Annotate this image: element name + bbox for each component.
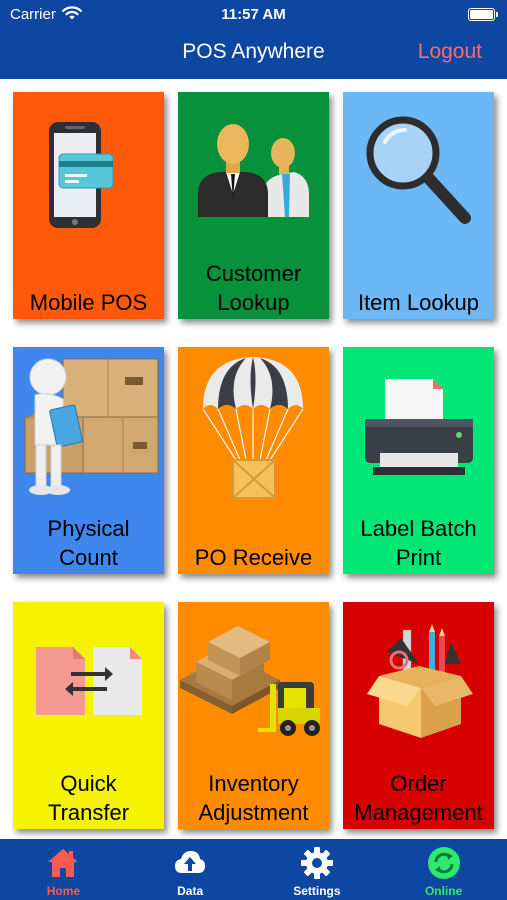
clock: 11:57 AM <box>221 6 286 23</box>
tile-inventory-adjustment[interactable]: Inventory Adjustment <box>178 602 329 829</box>
tab-settings[interactable]: Settings <box>254 839 381 900</box>
status-bar: Carrier 11:57 AM <box>0 0 507 28</box>
tile-order-management[interactable]: Order Management <box>343 602 494 829</box>
gear-icon <box>300 847 333 879</box>
tile-mobile-pos[interactable]: Mobile POS <box>13 92 164 319</box>
tile-label: Physical Count <box>47 516 130 570</box>
tile-item-lookup[interactable]: Item Lookup <box>343 92 494 319</box>
tile-label: Label Batch Print <box>360 516 477 570</box>
tile-label: Order Management <box>354 771 483 825</box>
tab-data[interactable]: Data <box>127 839 254 900</box>
file-transfer-icon <box>36 647 142 715</box>
tab-label: Data <box>177 884 204 898</box>
parachute-crate-icon <box>202 357 304 499</box>
tile-label: PO Receive <box>194 545 313 570</box>
printer-icon <box>365 379 473 475</box>
mobile-payment-icon <box>49 122 114 228</box>
cloud-upload-icon <box>175 851 206 873</box>
tile-label: Item Lookup <box>357 290 480 315</box>
home-icon <box>48 849 79 877</box>
logout-button[interactable]: Logout <box>418 40 482 64</box>
tile-po-receive[interactable]: PO Receive <box>178 347 329 574</box>
tile-physical-count[interactable]: Physical Count <box>13 347 164 574</box>
tile-quick-transfer[interactable]: Quick Transfer <box>13 602 164 829</box>
tile-label: Customer Lookup <box>205 261 302 315</box>
tile-label-batch-print[interactable]: Label Batch Print <box>343 347 494 574</box>
forklift-boxes-icon <box>180 626 320 736</box>
battery-icon <box>468 8 498 21</box>
app-header: Carrier 11:57 AM POS Anywhere Logout <box>0 0 507 79</box>
tab-home[interactable]: Home <box>0 839 127 900</box>
tab-online[interactable]: Online <box>380 839 507 900</box>
tile-customer-lookup[interactable]: Customer Lookup <box>178 92 329 319</box>
tab-bar: Home Data Settings Online <box>0 839 507 900</box>
tile-label: Inventory Adjustment <box>198 771 309 825</box>
tab-label: Settings <box>293 884 341 898</box>
tile-label: Quick Transfer <box>47 771 130 825</box>
tab-label: Home <box>46 884 81 898</box>
warehouse-clipboard-icon <box>24 358 159 495</box>
tile-label: Mobile POS <box>29 290 148 315</box>
customers-icon <box>198 124 309 217</box>
tab-label: Online <box>424 884 463 898</box>
magnifier-icon <box>366 116 471 224</box>
sync-icon <box>427 847 460 879</box>
supplies-box-icon <box>367 624 473 738</box>
